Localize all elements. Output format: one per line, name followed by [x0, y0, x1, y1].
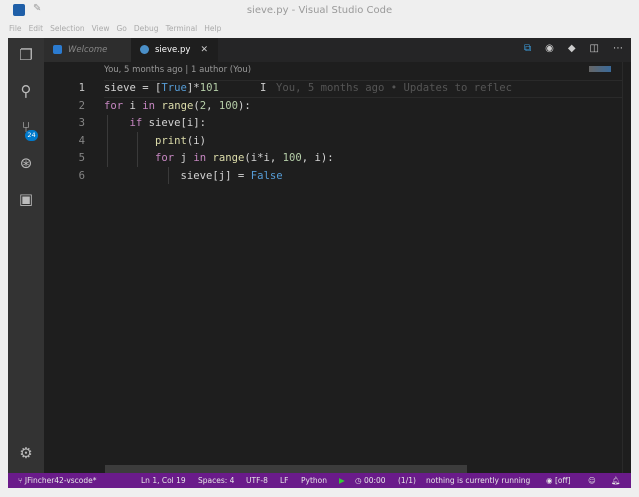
running-status[interactable]: nothing is currently running — [426, 473, 530, 488]
line-number: 1 — [44, 80, 85, 98]
branch-name: JFincher42-vscode* — [25, 476, 97, 485]
indentation[interactable]: Spaces: 4 — [198, 473, 234, 488]
branch-status[interactable]: ⑂ JFincher42-vscode* — [18, 473, 97, 488]
code-token: i — [123, 100, 142, 112]
code-token: , — [206, 100, 219, 112]
split-editor-icon[interactable]: ◫ — [590, 43, 599, 54]
code-token: in — [142, 100, 155, 112]
timer[interactable]: ◷ 00:00 — [355, 473, 386, 488]
menu-debug[interactable]: Debug — [134, 24, 159, 33]
eol[interactable]: LF — [280, 473, 289, 488]
code-token: 100 — [283, 152, 302, 164]
debug-icon[interactable]: ⊛ — [17, 154, 35, 172]
vscode-window: ❐ ⚲ ⑂ 24 ⊛ ▣ ⚙ Welcome sieve.py ✕ ⧉ ◉ ◆ ◫… — [8, 38, 631, 488]
code-token — [104, 135, 155, 147]
code-token: j — [174, 152, 193, 164]
run-icon[interactable]: ▶ — [339, 473, 345, 488]
more-actions-icon[interactable]: ⋯ — [613, 43, 623, 54]
code-token: range — [212, 152, 244, 164]
language-mode[interactable]: Python — [301, 473, 327, 488]
menu-terminal[interactable]: Terminal — [166, 24, 198, 33]
code-token: for — [104, 100, 123, 112]
gear-icon[interactable]: ⚙ — [17, 444, 35, 462]
compare-icon[interactable]: ⧉ — [524, 43, 531, 54]
activity-bar: ❐ ⚲ ⑂ 24 ⊛ ▣ ⚙ — [8, 38, 44, 473]
watch-value: [off] — [555, 476, 571, 485]
feedback-smiley-icon[interactable]: ☺ — [588, 473, 596, 488]
menu-edit[interactable]: Edit — [29, 24, 44, 33]
explorer-icon[interactable]: ❐ — [17, 46, 35, 64]
status-bar: ⑂ JFincher42-vscode* Ln 1, Col 19 Spaces… — [8, 473, 631, 488]
code-token: print — [155, 135, 187, 147]
code-line[interactable]: 2for i in range(2, 100): — [44, 98, 334, 116]
vertical-scrollbar[interactable] — [622, 62, 631, 473]
code-token: 100 — [219, 100, 238, 112]
code-token: for — [155, 152, 174, 164]
code-token: if — [130, 117, 143, 129]
code-line[interactable]: 4 print(i) — [44, 133, 334, 151]
menu-help[interactable]: Help — [204, 24, 221, 33]
tab-sieve-py[interactable]: sieve.py ✕ — [131, 38, 218, 62]
code-token: False — [251, 170, 283, 182]
preview-icon[interactable]: ◉ — [545, 43, 554, 54]
tab-label: sieve.py — [155, 45, 190, 55]
code-token: range — [161, 100, 193, 112]
close-icon[interactable]: ✕ — [200, 38, 208, 62]
code-token: sieve[j] = — [104, 170, 251, 182]
python-file-icon — [140, 45, 149, 54]
indent-guide — [137, 132, 138, 167]
menu-go[interactable]: Go — [116, 24, 126, 33]
line-number: 5 — [44, 150, 85, 168]
tab-welcome[interactable]: Welcome — [44, 38, 131, 62]
code-editor[interactable]: 1sieve = [True]*101You, 5 months ago • U… — [44, 80, 334, 185]
menu-selection[interactable]: Selection — [50, 24, 85, 33]
indent-guide — [107, 115, 108, 167]
tab-label: Welcome — [68, 45, 107, 55]
timer-value: 00:00 — [364, 476, 386, 485]
watch-status[interactable]: ◉ [off] — [546, 473, 571, 488]
code-token: (i) — [187, 135, 206, 147]
code-token: (i*i, — [244, 152, 282, 164]
search-icon[interactable]: ⚲ — [17, 82, 35, 100]
notifications-bell-icon[interactable]: 🔔︎ — [611, 473, 621, 488]
editor-actions: ⧉ ◉ ◆ ◫ ⋯ — [524, 43, 623, 54]
vscode-icon — [53, 45, 62, 54]
minimap-content — [589, 66, 611, 72]
menu-file[interactable]: File — [9, 24, 22, 33]
codelens-blame[interactable]: You, 5 months ago | 1 author (You) — [104, 65, 251, 75]
inline-blame: You, 5 months ago • Updates to reflec — [276, 80, 512, 98]
line-number: 4 — [44, 133, 85, 151]
code-line[interactable]: 6 sieve[j] = False — [44, 168, 334, 186]
indent-guide — [168, 167, 169, 184]
minimap[interactable] — [585, 62, 622, 473]
code-token: , i): — [302, 152, 334, 164]
line-number: 6 — [44, 168, 85, 186]
tab-bar: Welcome sieve.py ✕ ⧉ ◉ ◆ ◫ ⋯ — [44, 38, 631, 62]
cursor-position[interactable]: Ln 1, Col 19 — [141, 473, 186, 488]
code-token: in — [193, 152, 206, 164]
menu-view[interactable]: View — [92, 24, 110, 33]
code-token: ): — [238, 100, 251, 112]
title-bar: ✎ sieve.py - Visual Studio Code — [0, 0, 639, 22]
git-icon[interactable]: ◆ — [568, 43, 576, 54]
scm-badge: 24 — [25, 130, 38, 141]
code-line[interactable]: 5 for j in range(i*i, 100, i): — [44, 150, 334, 168]
window-title: sieve.py - Visual Studio Code — [0, 5, 639, 16]
code-token: sieve[i]: — [142, 117, 206, 129]
code-line[interactable]: 1sieve = [True]*101You, 5 months ago • U… — [44, 80, 334, 98]
code-line[interactable]: 3 if sieve[i]: — [44, 115, 334, 133]
line-number: 2 — [44, 98, 85, 116]
extensions-icon[interactable]: ▣ — [17, 190, 35, 208]
code-token — [104, 152, 155, 164]
encoding[interactable]: UTF-8 — [246, 473, 268, 488]
count: (1/1) — [398, 473, 416, 488]
line-number: 3 — [44, 115, 85, 133]
text-cursor-icon: I — [260, 80, 266, 98]
horizontal-scrollbar[interactable] — [105, 465, 467, 473]
menu-bar: File Edit Selection View Go Debug Terminal Help — [9, 24, 221, 33]
